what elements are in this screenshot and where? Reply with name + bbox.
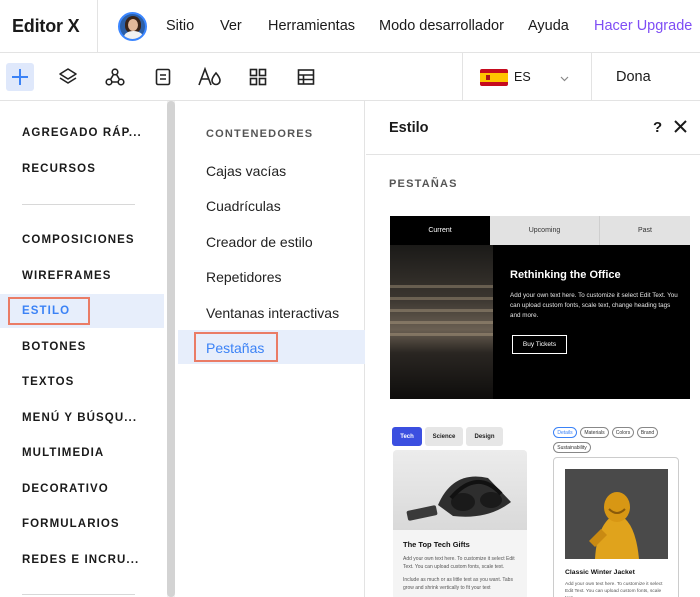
editor-logo[interactable]: Editor X: [0, 0, 98, 53]
preset-tab: Past: [600, 216, 690, 245]
subcategory-heading: CONTENEDORES: [206, 128, 314, 140]
style-panel-header: Estilo ?: [366, 101, 700, 155]
category-formularios[interactable]: FORMULARIOS: [22, 518, 120, 530]
preset-tab: Upcoming: [490, 216, 600, 245]
preset-body-text: Add your own text here. To customize it …: [403, 555, 521, 592]
preset-card: The Top Tech Gifts Add your own text her…: [393, 450, 527, 597]
help-icon[interactable]: ?: [653, 119, 662, 136]
subcategory-panel: CONTENEDORES Cajas vacías Cuadrículas Cr…: [178, 101, 365, 597]
add-icon[interactable]: [6, 63, 34, 91]
menu-modo-desarrollador[interactable]: Modo desarrollador: [379, 18, 504, 34]
upgrade-link[interactable]: Hacer Upgrade: [594, 18, 692, 34]
preset-tab-bar: Current Upcoming Past: [390, 216, 690, 245]
section-heading: PESTAÑAS: [389, 178, 458, 190]
preset-title: Rethinking the Office: [510, 269, 621, 281]
subcategory-creador-de-estilo[interactable]: Creador de estilo: [206, 234, 313, 250]
cms-icon[interactable]: [292, 63, 320, 91]
preset-button: Buy Tickets: [512, 335, 567, 354]
layers-icon[interactable]: [54, 63, 82, 91]
menu-ver[interactable]: Ver: [220, 18, 242, 34]
menu-sitio[interactable]: Sitio: [166, 18, 194, 34]
category-decorativo[interactable]: DECORATIVO: [22, 483, 109, 495]
preset-title: The Top Tech Gifts: [403, 540, 470, 549]
preset-pill: Sustainability: [553, 442, 591, 453]
preset-paragraph: Include as much or as little text as you…: [403, 577, 513, 591]
panel-title: Estilo: [389, 120, 429, 136]
add-panel-categories: AGREGADO RÁP... RECURSOS COMPOSICIONES W…: [0, 101, 178, 597]
tabs-preset-jacket[interactable]: Details Materials Colors Brand Sustainab…: [553, 427, 679, 597]
user-avatar[interactable]: [118, 12, 147, 41]
top-menu-bar: Editor X Sitio Ver Herramientas Modo des…: [0, 0, 700, 53]
editor-toolbar: ES Dona: [0, 53, 700, 101]
category-menu-busqueda[interactable]: MENÚ Y BÚSQU...: [22, 412, 137, 424]
jacket-photo: [565, 469, 668, 559]
preset-pill: Materials: [580, 427, 609, 438]
category-wireframes[interactable]: WIREFRAMES: [22, 270, 112, 282]
category-redes-incrustado[interactable]: REDES E INCRU...: [22, 554, 139, 566]
preset-body-text: Add your own text here. To customize it …: [565, 582, 663, 597]
category-composiciones[interactable]: COMPOSICIONES: [22, 234, 135, 246]
subcategory-cuadriculas[interactable]: Cuadrículas: [206, 198, 281, 214]
preset-tab: Tech: [392, 427, 422, 446]
chevron-down-icon: [560, 70, 569, 88]
category-agregado-rapido[interactable]: AGREGADO RÁP...: [22, 127, 142, 139]
subcategory-repetidores[interactable]: Repetidores: [206, 269, 282, 285]
subcategory-ventanas-interactivas[interactable]: Ventanas interactivas: [206, 305, 339, 321]
language-code: ES: [514, 70, 531, 84]
category-estilo[interactable]: ESTILO: [22, 305, 70, 317]
headphones-photo: [393, 450, 527, 530]
preset-body-text: Add your own text here. To customize it …: [510, 292, 678, 319]
pages-icon[interactable]: [149, 63, 177, 91]
spain-flag-icon: [480, 69, 508, 86]
menu-ayuda[interactable]: Ayuda: [528, 18, 569, 34]
subcategory-cajas-vacias[interactable]: Cajas vacías: [206, 163, 286, 179]
tabs-preset-gifts[interactable]: Tech Science Design The Top Tech Gifts A…: [390, 424, 528, 597]
category-botones[interactable]: BOTONES: [22, 341, 86, 353]
language-selector[interactable]: ES: [462, 53, 592, 101]
category-multimedia[interactable]: MULTIMEDIA: [22, 447, 104, 459]
preset-pill: Colors: [612, 427, 634, 438]
left-panel-scrollbar[interactable]: [167, 101, 175, 597]
theme-icon[interactable]: [196, 63, 224, 91]
close-icon[interactable]: [673, 119, 688, 139]
category-textos[interactable]: TEXTOS: [22, 376, 74, 388]
preset-card: Classic Winter Jacket Add your own text …: [553, 457, 679, 597]
divider: [22, 594, 135, 595]
preset-pill: Details: [553, 427, 577, 438]
connections-icon[interactable]: [101, 63, 129, 91]
preset-paragraph: Add your own text here. To customize it …: [403, 556, 515, 570]
site-name[interactable]: Dona: [616, 69, 651, 85]
preset-title: Classic Winter Jacket: [565, 569, 635, 576]
tabs-preset-dark[interactable]: Current Upcoming Past Rethinking the Off…: [390, 216, 690, 399]
preset-pill: Brand: [637, 427, 658, 438]
apps-icon[interactable]: [244, 63, 272, 91]
preset-tab: Science: [425, 427, 463, 446]
preset-tab: Design: [466, 427, 503, 446]
style-panel: Estilo ? PESTAÑAS Current Upcoming Past …: [366, 101, 700, 597]
divider: [22, 204, 135, 205]
category-recursos[interactable]: RECURSOS: [22, 163, 96, 175]
office-photo: [390, 245, 493, 399]
subcategory-pestanas[interactable]: Pestañas: [206, 340, 264, 356]
menu-herramientas[interactable]: Herramientas: [268, 18, 355, 34]
preset-tab: Current: [390, 216, 490, 245]
